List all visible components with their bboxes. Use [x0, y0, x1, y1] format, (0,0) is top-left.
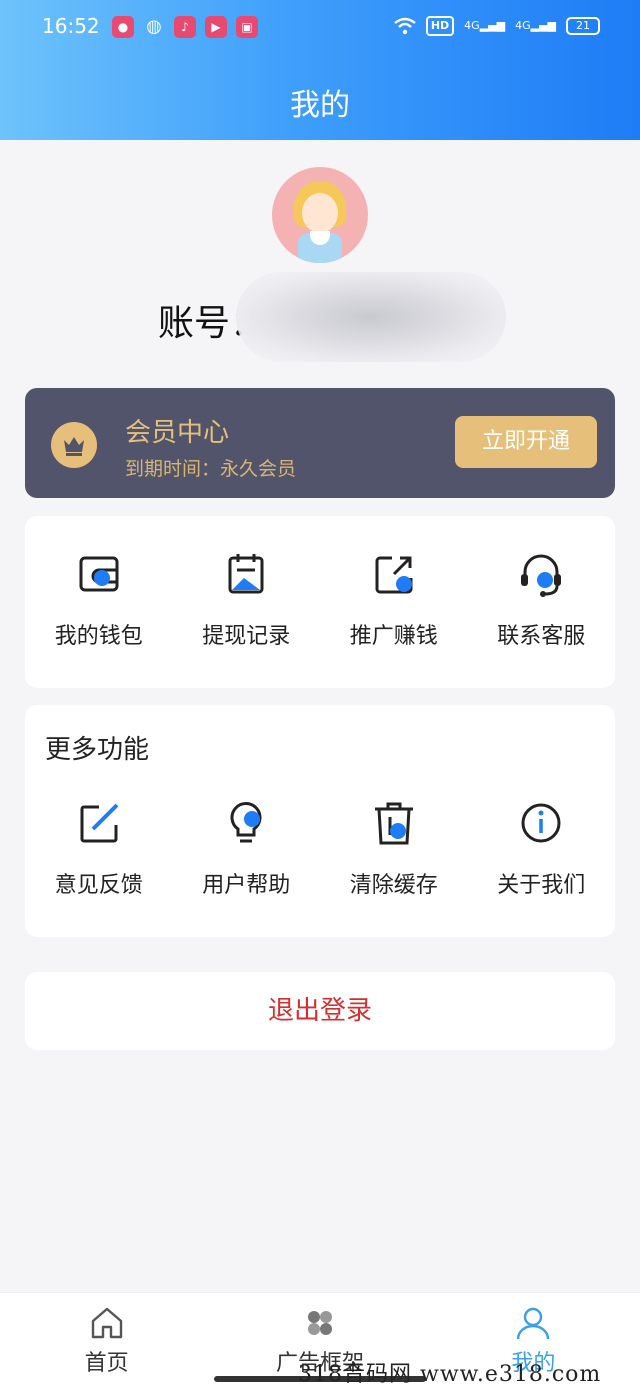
- quick-actions-card: 我的钱包 提现记录 推广赚钱 联系客服: [25, 516, 615, 688]
- headset-icon: [517, 550, 565, 598]
- customer-service-item[interactable]: 联系客服: [468, 550, 616, 650]
- wallet-icon: [75, 550, 123, 598]
- grid-icon: [302, 1305, 338, 1341]
- lightbulb-icon: [222, 799, 270, 847]
- status-bar: 16:52 ● ◍ ♪ ▶ ▣ HD 4G▂▄▆ 4G▂▄▆ 21: [0, 14, 640, 44]
- video-app-icon: ▶: [205, 16, 227, 38]
- user-help-item[interactable]: 用户帮助: [173, 799, 321, 899]
- signal-icon: 4G▂▄▆: [515, 19, 556, 32]
- watermark: 318音码网 www.e318.com: [298, 1362, 602, 1387]
- trash-icon: [370, 799, 418, 847]
- battery-icon: 21: [566, 17, 600, 35]
- more-functions-card: 更多功能 意见反馈 用户帮助 清除缓存 关于我们: [25, 705, 615, 937]
- feedback-item[interactable]: 意见反馈: [25, 799, 173, 899]
- account-number-redacted: [236, 272, 506, 362]
- about-us-item[interactable]: 关于我们: [468, 799, 616, 899]
- section-title: 更多功能: [45, 735, 150, 765]
- vip-expiry: 到期时间：永久会员: [125, 458, 297, 480]
- app-notification-icon: ▣: [236, 16, 258, 38]
- wechat-icon: ◍: [146, 16, 162, 37]
- info-icon: [517, 799, 565, 847]
- vip-card[interactable]: 会员中心 到期时间：永久会员 立即开通: [25, 388, 615, 498]
- wallet-item[interactable]: 我的钱包: [25, 550, 173, 650]
- activate-button[interactable]: 立即开通: [455, 416, 597, 468]
- music-app-icon: ♪: [174, 16, 196, 38]
- withdraw-record-item[interactable]: 提现记录: [173, 550, 321, 650]
- clear-cache-item[interactable]: 清除缓存: [320, 799, 468, 899]
- tab-home[interactable]: 首页: [0, 1293, 213, 1387]
- vip-title: 会员中心: [125, 418, 230, 448]
- wifi-icon: [394, 17, 416, 35]
- signal-icon: 4G▂▄▆: [464, 19, 506, 32]
- user-icon: [515, 1305, 551, 1341]
- notification-icons: ● ◍ ♪ ▶ ▣: [112, 16, 258, 38]
- status-time: 16:52: [42, 14, 100, 38]
- system-icons: HD 4G▂▄▆ 4G▂▄▆ 21: [394, 16, 600, 36]
- promote-earn-item[interactable]: 推广赚钱: [320, 550, 468, 650]
- crown-icon: [51, 422, 97, 468]
- header: 16:52 ● ◍ ♪ ▶ ▣ HD 4G▂▄▆ 4G▂▄▆ 21 我的: [0, 0, 640, 140]
- share-icon: [370, 550, 418, 598]
- home-icon: [89, 1305, 125, 1341]
- feedback-icon: [75, 799, 123, 847]
- hd-badge: HD: [425, 16, 455, 36]
- logout-button[interactable]: 退出登录: [25, 972, 615, 1050]
- app-notification-icon: ●: [112, 16, 134, 38]
- avatar[interactable]: [272, 167, 368, 263]
- withdraw-record-icon: [222, 550, 270, 598]
- page-title: 我的: [290, 88, 350, 123]
